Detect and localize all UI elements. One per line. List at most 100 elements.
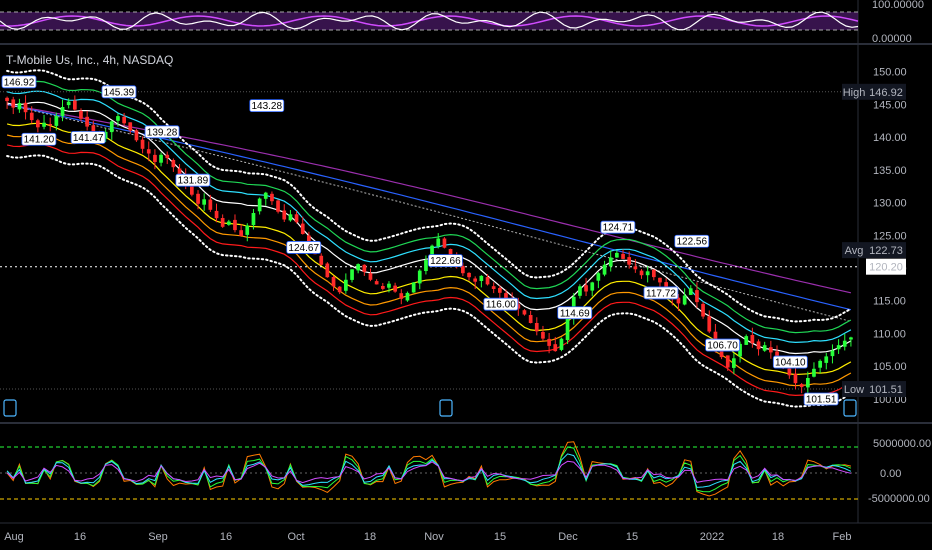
time-axis-tick: Sep [148,531,168,543]
time-axis-tick: Feb [833,531,852,543]
candle-body [36,120,40,128]
swing-label: 131.89 [178,176,209,187]
candle-body [128,122,133,131]
avg-label: Avg [845,245,864,257]
candle-body [227,221,231,225]
bottom-oscillator-line [6,460,852,484]
candle-body [645,271,650,276]
candle-body [5,97,9,102]
candle-body [29,112,34,121]
earnings-icon [843,399,857,417]
candle-body [541,332,545,339]
price-axis-tick: 110.00 [873,328,906,340]
candle-body [553,344,558,352]
band-cyan-line [6,90,852,344]
candle-body [504,293,508,299]
candle-body [467,272,471,278]
candle-body [171,160,176,168]
earnings-icon [3,399,17,417]
swing-label: 116.00 [486,300,516,311]
candle-body [257,198,262,212]
candle-body [66,101,71,106]
candle-body [473,278,477,282]
swing-label: 101.51 [806,395,837,406]
candle-body [134,130,139,141]
candle-body [60,107,65,116]
candle-body [393,285,397,292]
candle-body [153,154,157,162]
candle-body [836,345,841,350]
swing-label: 141.47 [73,133,104,144]
price-axis-tick: 130.00 [873,198,907,210]
candle-body [578,286,582,296]
candle-body [830,350,835,357]
swing-label: 106.70 [707,341,738,352]
candle-body [842,340,847,347]
candle-body [627,257,631,265]
candle-body [368,273,373,280]
price-axis-tick: 115.00 [873,296,906,308]
price-axis-tick: 145.00 [873,99,907,111]
candle-body [116,116,120,121]
candle-body [196,193,200,204]
candle-body [220,218,225,227]
candle-body [547,338,551,346]
candle-body [233,219,237,231]
candle-body [239,230,243,236]
candle-body [762,345,767,351]
ma-dotted-line [6,103,852,322]
swing-label: 141.20 [24,135,55,146]
candle-body [356,264,360,271]
candle-body [79,110,83,119]
candle-body [652,269,656,278]
candle-body [73,100,77,110]
swing-label: 139.28 [147,127,178,138]
bottom-axis-tick: 0.00 [880,468,901,480]
price-axis-tick: 125.00 [873,230,907,242]
top-axis-tick: 100.00000 [872,0,924,11]
candle-body [54,116,59,126]
candle-body [688,288,693,295]
candle-body [596,273,601,281]
candle-body [559,338,564,350]
candle-body [251,213,256,226]
candle-body [695,290,699,303]
candle-body [17,103,22,110]
chart-title: T-Mobile Us, Inc., 4h, NASDAQ [6,53,173,67]
time-axis-tick: 16 [220,531,232,543]
price-axis-tick: 140.00 [873,132,907,144]
candle-body [282,210,287,220]
trading-chart[interactable]: 100.00000 0.00000 146.92 141.20 141.47 145.39… [0,0,932,550]
candle-body [411,282,416,293]
swing-label: 124.67 [288,243,319,254]
high-label: High [843,87,866,99]
candle-body [565,317,570,341]
candle-body [245,225,250,235]
candle-body [387,283,391,288]
price-axis-tick: 150.00 [873,67,907,79]
candle-body [793,373,798,384]
time-axis-tick: Dec [558,531,578,543]
candle-body [202,199,206,205]
earnings-icon [439,399,453,417]
high-value: 146.92 [869,87,903,99]
candle-body [374,281,379,285]
candle-body [769,347,773,353]
candle-body [824,356,829,363]
candle-body [165,154,170,159]
candle-body [522,310,527,315]
envelope-lower-dots [6,154,852,408]
candle-body [615,252,619,258]
swing-label: 146.92 [4,77,35,88]
time-axis-tick: 2022 [700,531,724,543]
candle-body [442,238,447,248]
candle-body [270,193,274,202]
candle-body [263,192,268,199]
bottom-oscillator-line [6,441,852,497]
candle-body [461,265,465,274]
bottom-axis-tick: 5000000.00 [873,438,931,450]
candle-body [436,238,441,247]
candle-body [300,223,305,234]
candle-body [214,210,219,219]
candle-body [159,154,163,163]
